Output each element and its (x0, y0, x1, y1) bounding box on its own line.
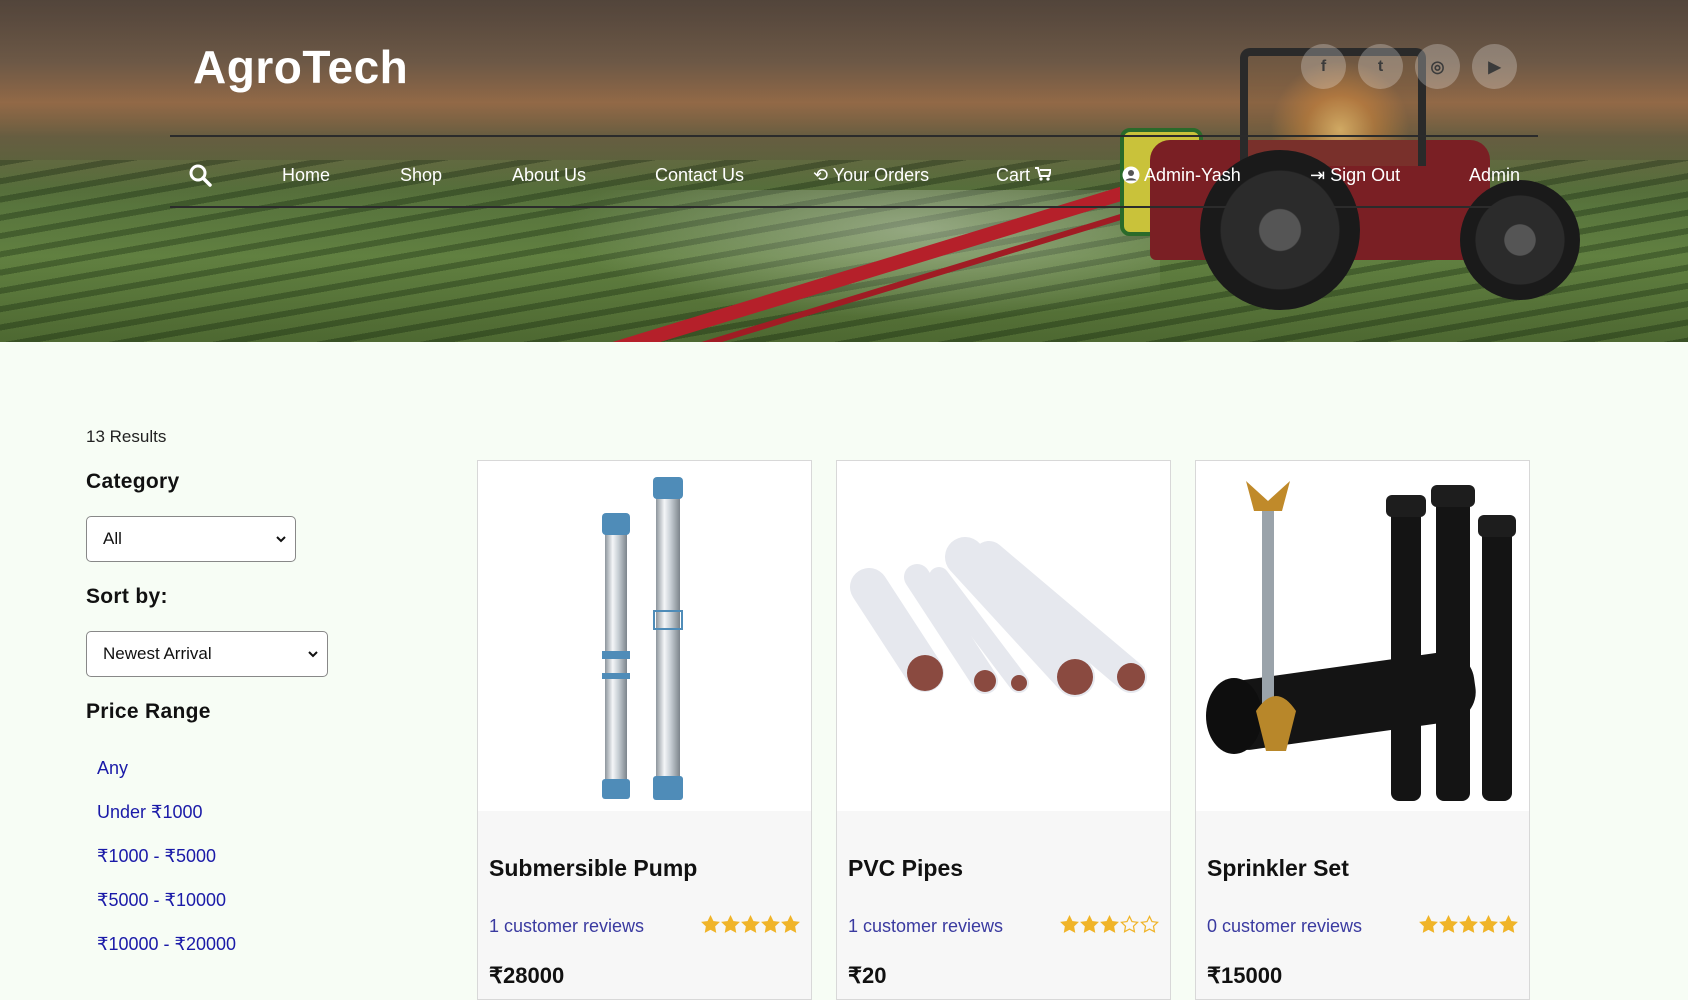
star-filled-icon (741, 915, 760, 933)
social-links: f t ◎ ▶ (1301, 44, 1517, 89)
nav-sign-out-label: Sign Out (1330, 165, 1401, 185)
star-empty-icon (1140, 915, 1159, 933)
nav-account[interactable]: Admin-Yash (1122, 160, 1241, 190)
price-option-any[interactable]: Any (97, 758, 128, 779)
star-filled-icon (1499, 915, 1518, 933)
product-image[interactable] (478, 461, 811, 811)
facebook-icon[interactable]: f (1301, 44, 1346, 89)
sort-select[interactable]: Newest Arrival (86, 631, 328, 677)
submersible-pump-image (602, 477, 683, 800)
youtube-icon[interactable]: ▶ (1472, 44, 1517, 89)
product-card[interactable]: Submersible Pump 1 customer reviews ₹280… (477, 460, 812, 1000)
twitter-icon[interactable]: t (1358, 44, 1403, 89)
product-price: ₹28000 (489, 963, 565, 988)
product-reviews[interactable]: 1 customer reviews (848, 916, 1003, 937)
nav-contact-us[interactable]: Contact Us (655, 160, 744, 190)
star-rating (701, 915, 800, 934)
star-filled-icon (1479, 915, 1498, 933)
product-title[interactable]: Sprinkler Set (1207, 855, 1349, 882)
star-rating (1060, 915, 1159, 934)
price-option-under-1000[interactable]: Under ₹1000 (97, 802, 203, 823)
star-filled-icon (1459, 915, 1478, 933)
product-price: ₹15000 (1207, 963, 1283, 988)
product-reviews[interactable]: 0 customer reviews (1207, 916, 1362, 937)
search-icon[interactable] (188, 163, 212, 187)
nav-account-label: Admin-Yash (1144, 165, 1241, 185)
nav-admin[interactable]: Admin (1469, 160, 1520, 190)
product-image[interactable] (1196, 461, 1529, 811)
nav-shop[interactable]: Shop (400, 160, 442, 190)
category-select-value: All (103, 529, 122, 548)
star-filled-icon (721, 915, 740, 933)
nav-cart-label: Cart (996, 165, 1031, 185)
sign-out-icon: ⇥ (1310, 165, 1326, 185)
chevron-down-icon (308, 651, 318, 658)
star-filled-icon (1060, 915, 1079, 933)
product-image[interactable] (837, 461, 1170, 811)
star-empty-icon (1120, 915, 1139, 933)
star-filled-icon (1419, 915, 1438, 933)
results-count: 13 Results (86, 427, 167, 446)
category-select[interactable]: All (86, 516, 296, 562)
sort-select-value: Newest Arrival (103, 644, 212, 663)
product-title[interactable]: PVC Pipes (848, 855, 963, 882)
nav-about-us[interactable]: About Us (512, 160, 586, 190)
star-rating (1419, 915, 1518, 934)
chevron-down-icon (276, 536, 286, 543)
cart-icon (1035, 167, 1053, 181)
price-option-1000-5000[interactable]: ₹1000 - ₹5000 (97, 846, 216, 867)
star-filled-icon (1080, 915, 1099, 933)
pvc-pipes-image (850, 537, 1147, 697)
nav-cart[interactable]: Cart (996, 160, 1053, 190)
category-heading: Category (86, 470, 180, 493)
nav-your-orders-label: Your Orders (832, 165, 930, 185)
nav-home[interactable]: Home (282, 160, 330, 190)
price-option-10000-20000[interactable]: ₹10000 - ₹20000 (97, 934, 236, 955)
product-price: ₹20 (848, 963, 887, 988)
nav-sign-out[interactable]: ⇥ Sign Out (1310, 160, 1400, 190)
price-option-5000-10000[interactable]: ₹5000 - ₹10000 (97, 890, 226, 911)
star-filled-icon (1439, 915, 1458, 933)
product-title[interactable]: Submersible Pump (489, 855, 697, 882)
brand-logo[interactable]: AgroTech (193, 40, 408, 94)
price-range-heading: Price Range (86, 700, 211, 723)
instagram-icon[interactable]: ◎ (1415, 44, 1460, 89)
nav-your-orders[interactable]: ⟲ Your Orders (813, 160, 929, 190)
star-filled-icon (761, 915, 780, 933)
hero-banner: AgroTech f t ◎ ▶ Home Shop About Us Cont… (0, 0, 1688, 342)
main-nav: Home Shop About Us Contact Us ⟲ Your Ord… (170, 160, 1538, 190)
tractor-wheel-front (1460, 180, 1580, 300)
nav-divider-top (170, 135, 1538, 137)
product-card[interactable]: Sprinkler Set 0 customer reviews ₹15000 (1195, 460, 1530, 1000)
sprinkler-set-image (1206, 481, 1516, 801)
history-icon: ⟲ (813, 165, 829, 185)
product-reviews[interactable]: 1 customer reviews (489, 916, 644, 937)
star-filled-icon (781, 915, 800, 933)
nav-divider-bottom (170, 206, 1538, 208)
star-filled-icon (701, 915, 720, 933)
star-filled-icon (1100, 915, 1119, 933)
sort-heading: Sort by: (86, 585, 168, 608)
product-card[interactable]: PVC Pipes 1 customer reviews ₹20 (836, 460, 1171, 1000)
user-circle-icon (1122, 166, 1140, 184)
